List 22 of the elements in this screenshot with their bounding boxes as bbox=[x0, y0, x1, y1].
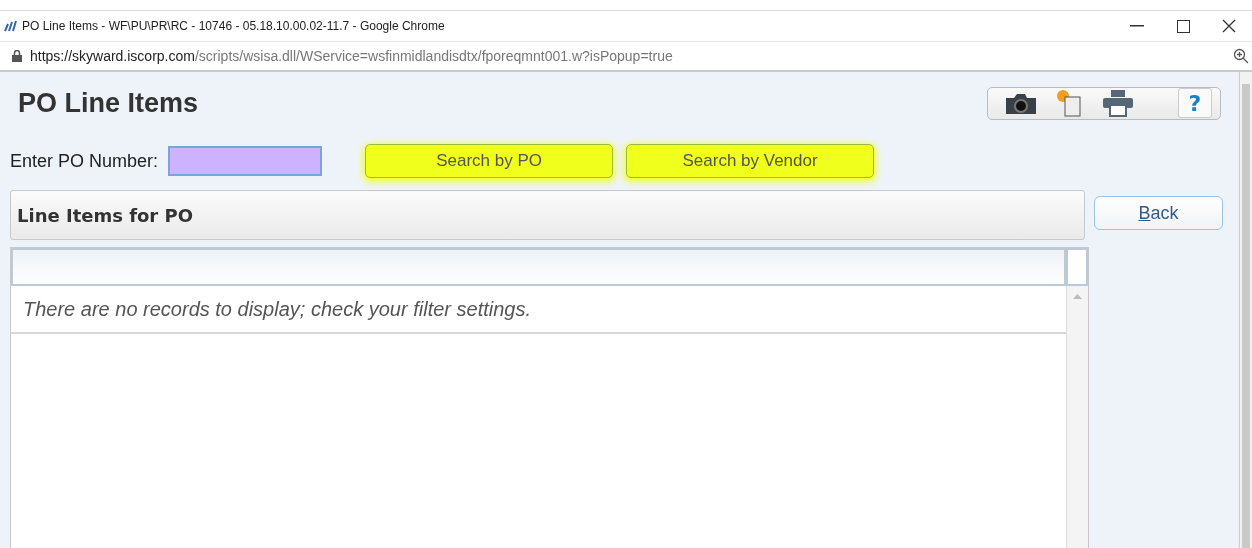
print-icon[interactable] bbox=[1102, 89, 1134, 117]
close-icon[interactable] bbox=[1222, 19, 1236, 33]
empty-message: There are no records to display; check your filter settings. bbox=[11, 286, 1066, 334]
po-number-field[interactable] bbox=[168, 146, 323, 176]
po-number-label: Enter PO Number: bbox=[10, 150, 159, 172]
window-title: PO Line Items - WF\PU\PR\RC - 10746 - 05.18.10.00.02-11.7 - Google Chrome bbox=[22, 19, 445, 33]
page-scrollbar[interactable] bbox=[1239, 72, 1252, 548]
zoom-icon[interactable] bbox=[1233, 48, 1249, 64]
page-title: PO Line Items bbox=[18, 87, 200, 119]
lock-icon bbox=[12, 50, 22, 62]
grid-scrollbar[interactable] bbox=[1066, 286, 1088, 548]
camera-icon[interactable] bbox=[1004, 91, 1038, 115]
section-header: Line Items for PO bbox=[10, 190, 1085, 240]
app-logo-icon bbox=[4, 20, 18, 32]
back-button[interactable]: Back bbox=[1094, 196, 1223, 230]
maximize-icon[interactable] bbox=[1176, 19, 1190, 33]
search-button[interactable]: Search by PO bbox=[365, 144, 614, 178]
minimize-icon[interactable] bbox=[1130, 25, 1144, 27]
help-button[interactable]: ? bbox=[1178, 88, 1212, 118]
document-icon[interactable] bbox=[1056, 89, 1084, 117]
search-button[interactable]: Search by Vendor bbox=[626, 144, 875, 178]
url-text[interactable]: https://skyward.iscorp.com/scripts/wsisa.dll/WService=wsfinmidlandisdtx/fporeqmnt001.w?isPopup=true bbox=[30, 48, 673, 64]
